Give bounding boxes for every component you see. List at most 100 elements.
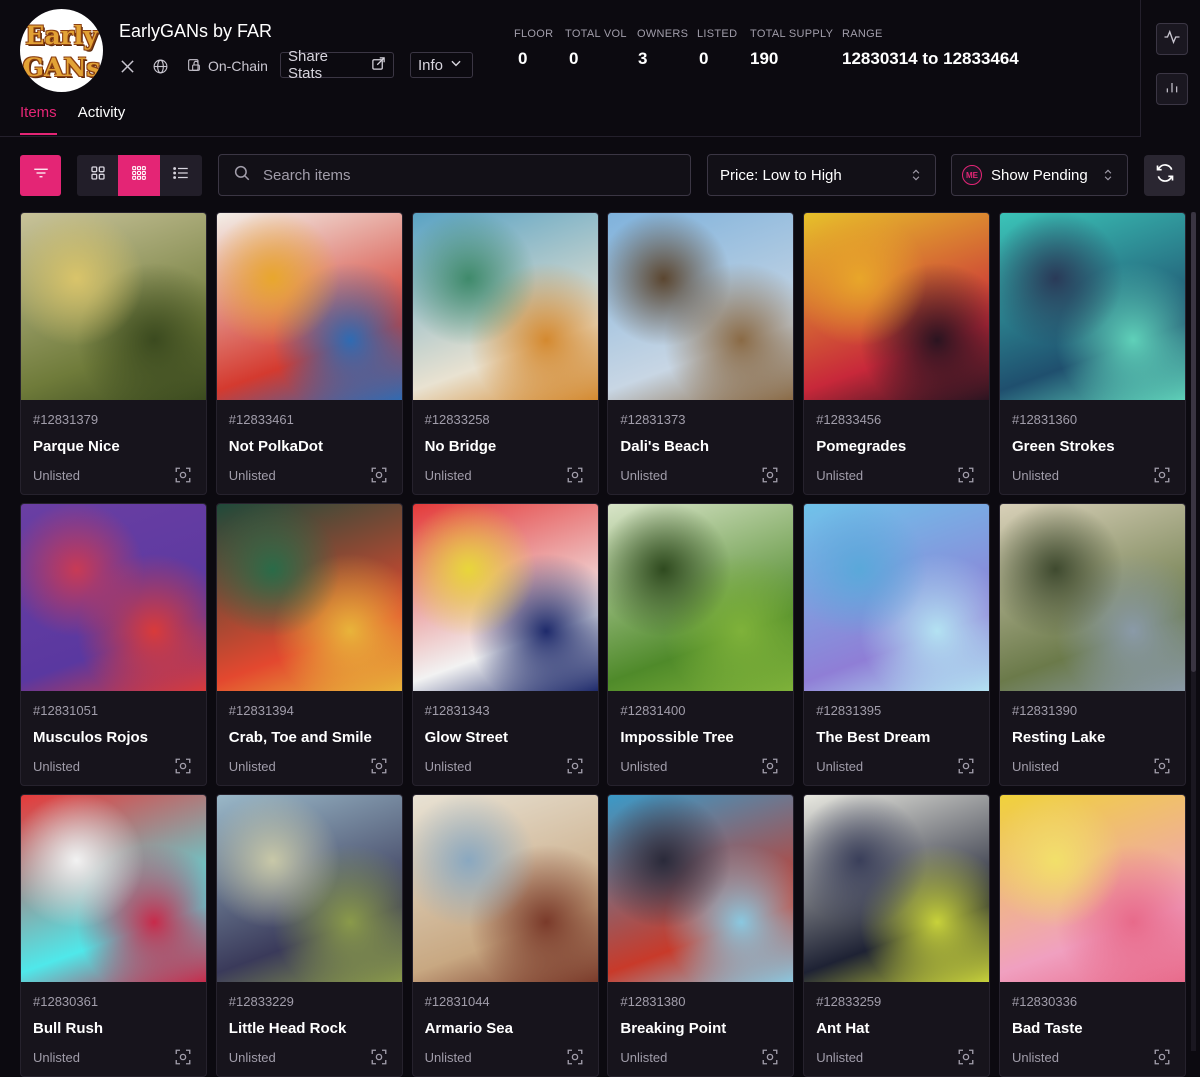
scan-icon[interactable] [566, 466, 584, 484]
stat-label: TOTAL VOL [565, 28, 627, 40]
item-artwork[interactable] [608, 213, 794, 400]
item-artwork[interactable] [412, 504, 598, 691]
search-input[interactable] [261, 165, 661, 185]
item-card[interactable]: #12831395 The Best Dream Unlisted [803, 503, 991, 786]
scan-icon[interactable] [1153, 466, 1171, 484]
item-name[interactable]: Ant Hat [816, 1020, 869, 1037]
scan-icon[interactable] [174, 757, 192, 775]
item-card[interactable]: #12833461 Not PolkaDot Unlisted [215, 212, 403, 495]
item-name[interactable]: No Bridge [425, 438, 497, 455]
item-card[interactable]: #12831373 Dali's Beach Unlisted [607, 212, 795, 495]
item-name[interactable]: Parque Nice [33, 438, 120, 455]
chart-button[interactable] [1156, 73, 1188, 105]
scan-icon[interactable] [370, 757, 388, 775]
view-list-button[interactable] [160, 155, 201, 196]
info-dropdown[interactable]: Info [410, 52, 473, 78]
item-card[interactable]: #12831390 Resting Lake Unlisted [998, 503, 1186, 786]
item-card[interactable]: #12831379 Parque Nice Unlisted [20, 212, 207, 495]
item-name[interactable]: Crab, Toe and Smile [229, 729, 372, 746]
item-artwork[interactable] [608, 504, 794, 691]
stat-label: LISTED [697, 28, 738, 40]
item-name[interactable]: Dali's Beach [620, 438, 709, 455]
item-card[interactable]: #12833456 Pomegrades Unlisted [803, 212, 991, 495]
item-artwork[interactable] [412, 795, 598, 982]
item-artwork[interactable] [21, 213, 206, 400]
item-artwork[interactable] [804, 213, 990, 400]
item-name[interactable]: Not PolkaDot [229, 438, 323, 455]
view-large-grid-button[interactable] [77, 155, 118, 196]
scan-icon[interactable] [1153, 757, 1171, 775]
item-name[interactable]: Resting Lake [1012, 729, 1105, 746]
item-name[interactable]: Musculos Rojos [33, 729, 148, 746]
item-card[interactable]: #12830361 Bull Rush Unlisted [20, 794, 207, 1077]
collection-tabs: Items Activity [20, 104, 125, 135]
item-status: Unlisted [620, 468, 668, 483]
item-artwork[interactable] [608, 795, 794, 982]
item-card[interactable]: #12830336 Bad Taste Unlisted [998, 794, 1186, 1077]
stat-value: 0 [518, 49, 528, 68]
item-card[interactable]: #12831051 Musculos Rojos Unlisted [20, 503, 207, 786]
item-card[interactable]: #12831400 Impossible Tree Unlisted [607, 503, 795, 786]
item-card[interactable]: #12831380 Breaking Point Unlisted [607, 794, 795, 1077]
item-status: Unlisted [620, 759, 668, 774]
scan-icon[interactable] [761, 466, 779, 484]
item-name[interactable]: Bull Rush [33, 1020, 103, 1037]
item-card[interactable]: #12831044 Armario Sea Unlisted [411, 794, 599, 1077]
item-card[interactable]: #12833229 Little Head Rock Unlisted [215, 794, 403, 1077]
scan-icon[interactable] [370, 466, 388, 484]
scrollbar-thumb[interactable] [1191, 212, 1196, 672]
item-artwork[interactable] [999, 795, 1185, 982]
scan-icon[interactable] [174, 466, 192, 484]
item-card[interactable]: #12831394 Crab, Toe and Smile Unlisted [215, 503, 403, 786]
item-card[interactable]: #12833259 Ant Hat Unlisted [803, 794, 991, 1077]
pulse-button[interactable] [1156, 23, 1188, 55]
item-name[interactable]: The Best Dream [816, 729, 930, 746]
item-artwork[interactable] [21, 795, 206, 982]
item-id: #12833461 [228, 412, 294, 427]
item-artwork[interactable] [216, 795, 402, 982]
item-artwork[interactable] [412, 213, 598, 400]
scan-icon[interactable] [957, 466, 975, 484]
item-name[interactable]: Impossible Tree [620, 729, 733, 746]
scan-icon[interactable] [957, 757, 975, 775]
item-name[interactable]: Breaking Point [620, 1020, 726, 1037]
item-status: Unlisted [816, 1050, 864, 1065]
item-id: #12831373 [620, 412, 686, 427]
pending-select[interactable]: ME Show Pending [951, 154, 1128, 196]
view-small-grid-button[interactable] [118, 155, 160, 196]
item-artwork[interactable] [21, 504, 206, 691]
refresh-button[interactable] [1144, 155, 1185, 196]
item-card[interactable]: #12833258 No Bridge Unlisted [411, 212, 599, 495]
item-artwork[interactable] [216, 504, 402, 691]
scan-icon[interactable] [761, 757, 779, 775]
item-name[interactable]: Glow Street [425, 729, 508, 746]
item-artwork[interactable] [804, 795, 990, 982]
item-name[interactable]: Pomegrades [816, 438, 906, 455]
filter-button[interactable] [20, 155, 61, 196]
item-name[interactable]: Bad Taste [1012, 1020, 1083, 1037]
stat-value: 190 [750, 49, 779, 68]
share-stats-label: Share Stats [288, 48, 329, 82]
item-status: Unlisted [228, 468, 276, 483]
share-stats-button[interactable]: Share Stats [280, 48, 394, 82]
item-card[interactable]: #12831360 Green Strokes Unlisted [998, 212, 1186, 495]
item-artwork[interactable] [804, 504, 990, 691]
grid-large-icon [90, 165, 106, 186]
onchain-link[interactable]: On-Chain [186, 56, 268, 76]
item-name[interactable]: Green Strokes [1012, 438, 1115, 455]
marketplace-icon: ME [962, 165, 982, 185]
globe-icon[interactable] [150, 56, 170, 76]
sort-select[interactable]: Price: Low to High [707, 154, 936, 196]
pending-value: Show Pending [991, 166, 1088, 184]
tab-activity[interactable]: Activity [78, 104, 126, 135]
item-artwork[interactable] [216, 213, 402, 400]
item-name[interactable]: Armario Sea [425, 1020, 513, 1037]
scan-icon[interactable] [566, 757, 584, 775]
item-artwork[interactable] [999, 213, 1185, 400]
x-icon[interactable] [117, 56, 137, 76]
item-name[interactable]: Little Head Rock [229, 1020, 347, 1037]
item-artwork[interactable] [999, 504, 1185, 691]
tab-items[interactable]: Items [20, 104, 57, 135]
item-status: Unlisted [33, 759, 80, 774]
item-card[interactable]: #12831343 Glow Street Unlisted [411, 503, 599, 786]
